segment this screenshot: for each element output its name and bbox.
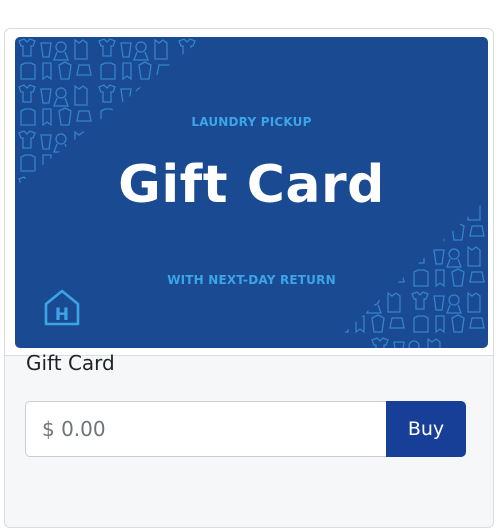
gift-card-image: LAUNDRY PICKUP Gift Card WITH NEXT-DAY R… bbox=[15, 37, 488, 348]
gift-card-subline: WITH NEXT-DAY RETURN bbox=[167, 273, 336, 287]
gift-card-eyebrow: LAUNDRY PICKUP bbox=[191, 115, 312, 129]
product-image-container: LAUNDRY PICKUP Gift Card WITH NEXT-DAY R… bbox=[5, 29, 493, 356]
house-logo-icon: H bbox=[44, 289, 80, 326]
gift-card-image-title: Gift Card bbox=[118, 155, 385, 215]
amount-input[interactable] bbox=[25, 401, 387, 457]
product-title: Gift Card bbox=[26, 351, 115, 375]
logo-letter: H bbox=[55, 305, 69, 325]
buy-button[interactable]: Buy bbox=[386, 401, 466, 457]
